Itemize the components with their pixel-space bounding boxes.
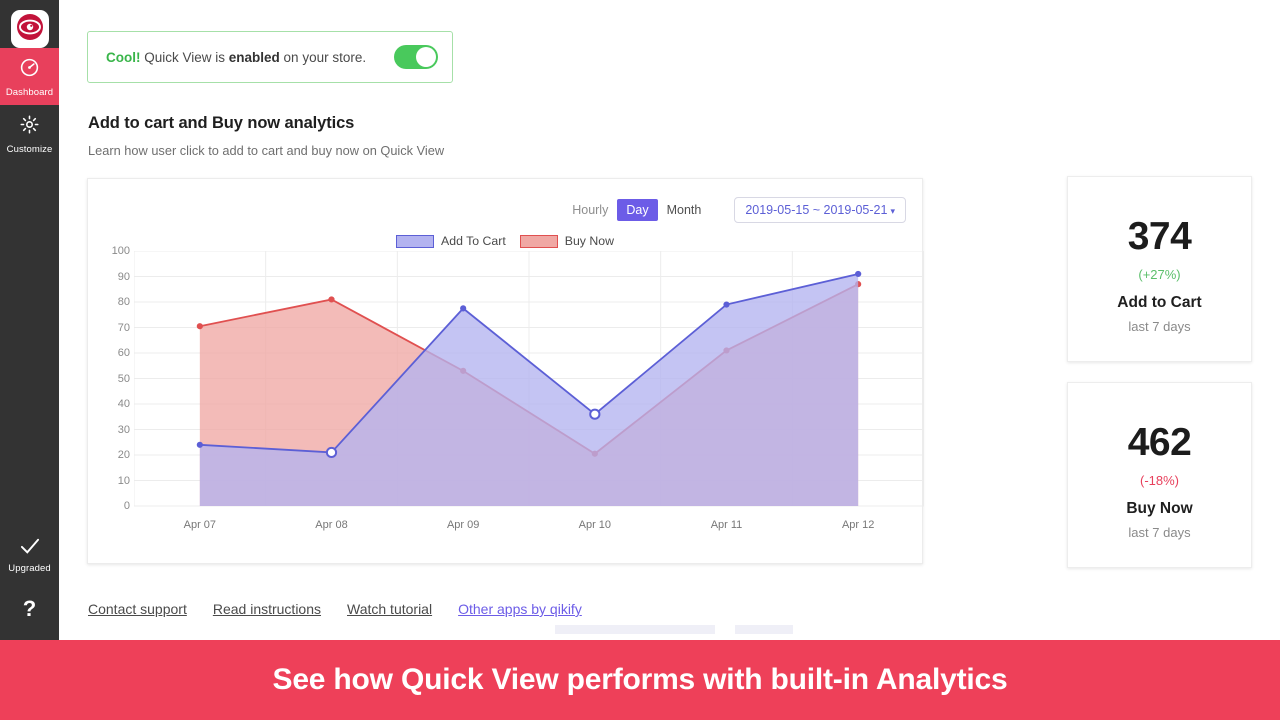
- sidebar-item-label-customize: Customize: [6, 144, 53, 155]
- link-contact-support[interactable]: Contact support: [88, 601, 187, 617]
- stat-value: 462: [1127, 421, 1192, 464]
- stat-delta: (+27%): [1138, 267, 1181, 282]
- data-point[interactable]: [855, 270, 862, 278]
- date-range-picker[interactable]: 2019-05-15 ~ 2019-05-21 ▾: [734, 197, 906, 223]
- y-axis-tick: 60: [117, 347, 130, 359]
- data-point[interactable]: [589, 408, 601, 420]
- status-banner: Cool! Quick View is enabled on your stor…: [87, 31, 453, 83]
- question-mark-icon[interactable]: ?: [23, 596, 36, 622]
- y-axis-tick: 100: [111, 245, 130, 257]
- legend-swatch-add-to-cart: [396, 234, 435, 248]
- gear-icon: [19, 114, 40, 140]
- y-axis-tick: 90: [117, 270, 130, 283]
- page-subtitle: Learn how user click to add to cart and …: [88, 143, 445, 158]
- data-point[interactable]: [325, 446, 338, 459]
- x-axis-tick: Apr 10: [578, 519, 612, 531]
- y-axis-tick: 80: [117, 296, 130, 308]
- granularity-switcher: Hourly Day Month: [563, 199, 710, 221]
- toggle-knob: [416, 47, 436, 67]
- chart-legend: Add To Cart Buy Now: [88, 234, 922, 248]
- y-axis-tick: 10: [117, 474, 130, 487]
- x-axis-tick: Apr 08: [315, 519, 348, 531]
- chart-plot-area: 0 10 20 30 40 50 60 70 80 90 100 Apr 07 Apr 08 Apr 0…: [88, 245, 924, 551]
- legend-label-add-to-cart: Add To Cart: [441, 234, 506, 248]
- y-axis-labels: 0 10 20 30 40 50 60 70 80 90 100: [88, 245, 130, 512]
- sidebar-bottom-group: Upgraded ?: [0, 537, 59, 640]
- stat-delta: (-18%): [1139, 473, 1179, 488]
- sidebar-item-dashboard[interactable]: Dashboard: [0, 48, 59, 105]
- quick-view-enabled-toggle[interactable]: [394, 45, 438, 69]
- status-banner-mid-after: on your store.: [279, 49, 367, 65]
- page-title: Add to cart and Buy now analytics: [88, 114, 355, 132]
- status-banner-prefix: Cool!: [106, 49, 141, 65]
- y-axis-tick: 50: [117, 372, 130, 385]
- sidebar: Dashboard Customize Upgraded ?: [0, 0, 59, 640]
- data-point[interactable]: [196, 323, 203, 330]
- eye-logo-icon: [16, 13, 43, 45]
- granularity-month-button[interactable]: Month: [658, 199, 711, 221]
- status-banner-bold-word: enabled: [228, 49, 280, 65]
- date-range-value: 2019-05-15 ~ 2019-05-21: [745, 203, 888, 217]
- y-axis-tick: 30: [117, 423, 130, 436]
- chart-controls: Hourly Day Month 2019-05-15 ~ 2019-05-21…: [563, 197, 906, 223]
- stat-period: last 7 days: [1128, 525, 1191, 540]
- link-watch-tutorial[interactable]: Watch tutorial: [347, 601, 432, 617]
- area-chart-svg[interactable]: [134, 251, 924, 507]
- stat-card-add-to-cart: 374 (+27%) Add to Cart last 7 days: [1067, 176, 1252, 362]
- app-logo[interactable]: [10, 10, 49, 48]
- app-root: Dashboard Customize Upgraded ? Cool! Qui…: [0, 0, 1280, 720]
- legend-label-buy-now: Buy Now: [564, 234, 614, 248]
- x-axis-tick: Apr 09: [446, 519, 480, 531]
- legend-item-add-to-cart[interactable]: Add To Cart: [396, 234, 506, 248]
- stat-label: Buy Now: [1126, 500, 1193, 517]
- legend-swatch-buy-now: [519, 234, 558, 248]
- stat-value: 374: [1127, 215, 1192, 258]
- stat-label: Add to Cart: [1117, 294, 1202, 311]
- status-banner-mid-before: Quick View is: [140, 49, 229, 65]
- sidebar-upgraded-label: Upgraded: [8, 563, 51, 574]
- chevron-down-icon: ▾: [890, 206, 895, 216]
- granularity-day-button[interactable]: Day: [617, 199, 658, 221]
- promo-banner: See how Quick View performs with built-i…: [0, 640, 1280, 720]
- y-axis-tick: 70: [117, 321, 130, 334]
- sidebar-item-customize[interactable]: Customize: [0, 105, 59, 162]
- granularity-hourly-button[interactable]: Hourly: [563, 199, 617, 221]
- dashboard-gauge-icon: [19, 57, 40, 83]
- placeholder-bar-right: [735, 625, 793, 634]
- link-other-apps-by-qikify[interactable]: Other apps by qikify: [458, 601, 582, 617]
- status-banner-text: Cool! Quick View is enabled on your stor…: [106, 50, 394, 65]
- y-axis-tick: 0: [123, 500, 130, 512]
- x-axis-tick: Apr 11: [710, 519, 743, 531]
- data-point[interactable]: [460, 305, 467, 312]
- x-axis-tick: Apr 12: [841, 519, 875, 531]
- check-icon: [19, 537, 41, 560]
- link-read-instructions[interactable]: Read instructions: [213, 601, 321, 617]
- data-point[interactable]: [723, 301, 730, 308]
- sidebar-item-label-dashboard: Dashboard: [5, 87, 54, 98]
- y-axis-tick: 40: [117, 398, 130, 410]
- legend-item-buy-now[interactable]: Buy Now: [519, 234, 614, 248]
- placeholder-bar-left: [555, 625, 715, 634]
- x-axis-tick: Apr 07: [183, 519, 217, 531]
- stat-period: last 7 days: [1128, 319, 1191, 334]
- data-point[interactable]: [196, 441, 203, 448]
- stat-card-buy-now: 462 (-18%) Buy Now last 7 days: [1067, 382, 1252, 568]
- promo-banner-text: See how Quick View performs with built-i…: [272, 663, 1008, 696]
- analytics-chart-card: Hourly Day Month 2019-05-15 ~ 2019-05-21…: [87, 178, 924, 564]
- y-axis-tick: 20: [117, 449, 130, 461]
- sidebar-item-upgraded[interactable]: Upgraded: [8, 537, 51, 574]
- footer-links: Contact support Read instructions Watch …: [88, 601, 582, 617]
- data-point[interactable]: [328, 296, 335, 303]
